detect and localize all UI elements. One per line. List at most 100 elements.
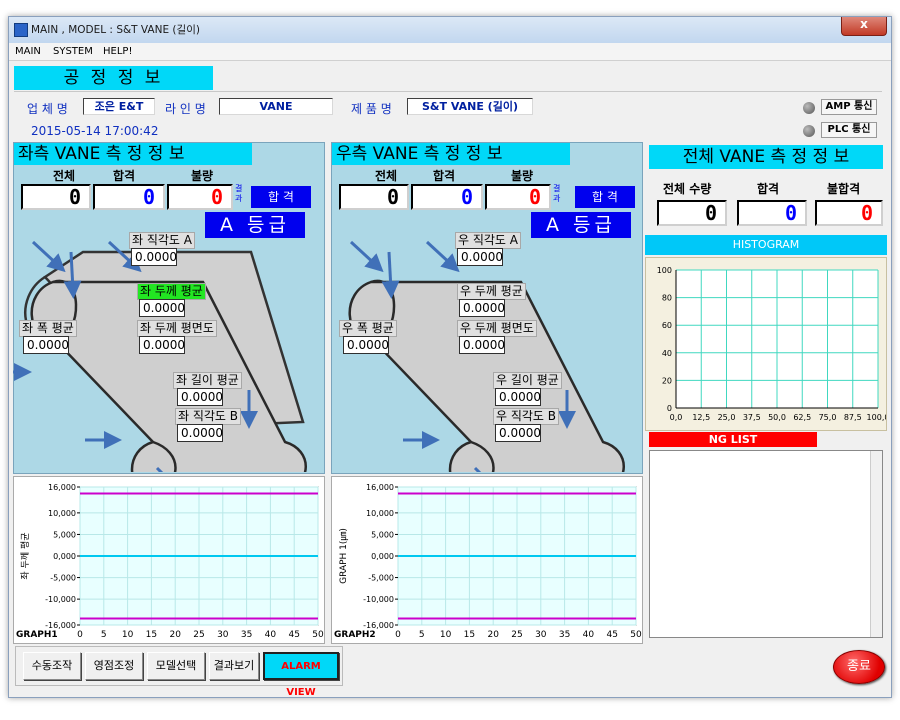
right-thick-avg-label: 우 두께 평균 — [457, 283, 526, 300]
right-result-badge: 합 격 — [575, 186, 635, 208]
arrow-icon — [349, 240, 384, 273]
x-tick-label: 45 — [606, 630, 617, 640]
x-tick-label: 0 — [395, 630, 401, 640]
x-tick-label: 62,5 — [793, 413, 811, 422]
product-label: 제 품 명 — [351, 102, 392, 116]
x-tick-label: 20 — [169, 630, 181, 640]
x-tick-label: 25 — [511, 630, 522, 640]
right-length-avg-value: 0.0000 — [495, 388, 541, 406]
left-thick-avg-label: 좌 두께 평균 — [137, 283, 206, 300]
y-tick-label: -10,000 — [363, 595, 394, 604]
company-field: 조은 E&T — [83, 98, 155, 115]
x-tick-label: 30 — [535, 630, 547, 640]
x-tick-label: 30 — [217, 630, 229, 640]
right-width-avg-label: 우 폭 평균 — [339, 320, 397, 337]
left-fail-header: 불량 — [191, 169, 214, 183]
left-width-avg-value: 0.0000 — [23, 336, 69, 354]
window-title: MAIN , MODEL : S&T VANE (길이) — [31, 24, 200, 36]
right-thick-flat-value: 0.0000 — [459, 336, 505, 354]
x-tick-label: 0,0 — [670, 413, 683, 422]
menu-system[interactable]: SYSTEM — [53, 46, 93, 57]
x-tick-label: 5 — [419, 630, 425, 640]
x-tick-label: 35 — [559, 630, 570, 640]
x-tick-label: 15 — [146, 630, 157, 640]
left-panel-title: 좌측 VANE 측 정 정 보 — [14, 143, 252, 165]
y-tick-label: -5,000 — [50, 574, 76, 583]
model-select-button[interactable]: 모델선택 — [147, 652, 205, 680]
y-tick-label: 0,000 — [371, 552, 394, 561]
menu-help[interactable]: HELP! — [103, 46, 132, 57]
zero-adjust-button[interactable]: 영점조정 — [85, 652, 143, 680]
amp-status-led-icon — [803, 102, 815, 114]
histogram-chart: 0,0 12,5 25,0 37,5 50,0 62,5 75,0 87,5 100,0 0 20 4… — [657, 266, 890, 422]
arrow-icon — [473, 466, 482, 472]
total-pass-header: 합격 — [757, 182, 780, 196]
view-results-button[interactable]: 결과보기 — [209, 652, 259, 680]
alarm-view-button[interactable]: ALARM VIEW — [263, 652, 339, 697]
arrow-icon — [63, 251, 82, 299]
line-field: VANE — [219, 98, 333, 115]
x-tick-label: 25 — [193, 630, 204, 640]
graph-name-label: GRAPH2 — [334, 630, 376, 640]
ng-list-title: NG LIST — [649, 432, 817, 447]
left-result-badge: 합 격 — [251, 186, 311, 208]
graph1-chart: 0 5 10 15 20 25 30 35 40 45 50 16,000 10,000 5,000 0,0… — [16, 483, 324, 640]
arrow-icon — [155, 466, 164, 472]
y-tick-label: -5,000 — [368, 574, 394, 583]
product-field: S&T VANE (길이) — [407, 98, 533, 115]
y-tick-label: 16,000 — [366, 483, 394, 492]
left-thick-flat-label: 좌 두께 평면도 — [137, 320, 217, 337]
y-axis-label: GRAPH 1(㎛) — [339, 528, 349, 584]
process-info-title: 공 정 정 보 — [14, 66, 213, 90]
menu-bar: MAIN SYSTEM HELP! — [9, 43, 891, 61]
right-pass-header: 합격 — [433, 169, 456, 183]
arrow-icon — [425, 240, 460, 273]
x-tick-label: 50 — [312, 630, 324, 640]
title-bar[interactable]: MAIN , MODEL : S&T VANE (길이) x — [9, 17, 891, 43]
y-tick-label: 16,000 — [48, 483, 76, 492]
right-total-count: 0 — [339, 184, 409, 210]
x-tick-label: 50 — [630, 630, 642, 640]
graph-name-label: GRAPH1 — [16, 630, 58, 640]
ng-list-scrollbar[interactable] — [870, 451, 882, 637]
y-tick-label: 20 — [662, 376, 672, 385]
y-tick-label: 60 — [662, 321, 672, 330]
right-angle-b-value: 0.0000 — [495, 424, 541, 442]
exit-button[interactable]: 종료 — [833, 650, 885, 684]
x-tick-label: 0 — [77, 630, 83, 640]
y-tick-label: -16,000 — [363, 621, 394, 630]
x-tick-label: 10 — [440, 630, 452, 640]
x-tick-label: 40 — [583, 630, 595, 640]
histogram-title: HISTOGRAM — [645, 235, 887, 255]
datetime-display: 2015-05-14 17:00:42 — [31, 124, 159, 138]
right-total-header: 전체 — [375, 169, 398, 183]
right-panel-title: 우측 VANE 측 정 정 보 — [332, 143, 570, 165]
left-pass-header: 합격 — [113, 169, 136, 183]
left-angle-a-label: 좌 직각도 A — [129, 232, 195, 249]
y-tick-label: 5,000 — [371, 530, 394, 539]
left-pass-count: 0 — [93, 184, 165, 210]
y-tick-label: -10,000 — [45, 595, 76, 604]
x-tick-label: 20 — [487, 630, 499, 640]
right-fail-count: 0 — [485, 184, 551, 210]
x-tick-label: 37,5 — [743, 413, 761, 422]
y-tick-label: 100 — [657, 266, 672, 275]
total-fail-header: 불합격 — [827, 182, 861, 196]
main-window: MAIN , MODEL : S&T VANE (길이) x MAIN SYST… — [8, 16, 892, 698]
right-pass-count: 0 — [411, 184, 483, 210]
histogram-frame: 0,0 12,5 25,0 37,5 50,0 62,5 75,0 87,5 100,0 0 20 4… — [645, 257, 890, 431]
left-length-avg-label: 좌 길이 평균 — [173, 372, 242, 389]
total-panel-title: 전체 VANE 측 정 정 보 — [649, 145, 883, 169]
left-angle-b-label: 좌 직각도 B — [175, 408, 242, 425]
left-thick-flat-value: 0.0000 — [139, 336, 185, 354]
close-button[interactable]: x — [841, 17, 887, 36]
ng-list-box[interactable] — [649, 450, 883, 638]
manual-operation-button[interactable]: 수동조작 — [23, 652, 81, 680]
left-thick-avg-value: 0.0000 — [139, 299, 185, 317]
y-tick-label: -16,000 — [45, 621, 76, 630]
plc-status-led-icon — [803, 125, 815, 137]
menu-main[interactable]: MAIN — [15, 46, 41, 57]
right-angle-a-label: 우 직각도 A — [455, 232, 521, 249]
right-thick-avg-value: 0.0000 — [459, 299, 505, 317]
right-angle-b-label: 우 직각도 B — [493, 408, 560, 425]
